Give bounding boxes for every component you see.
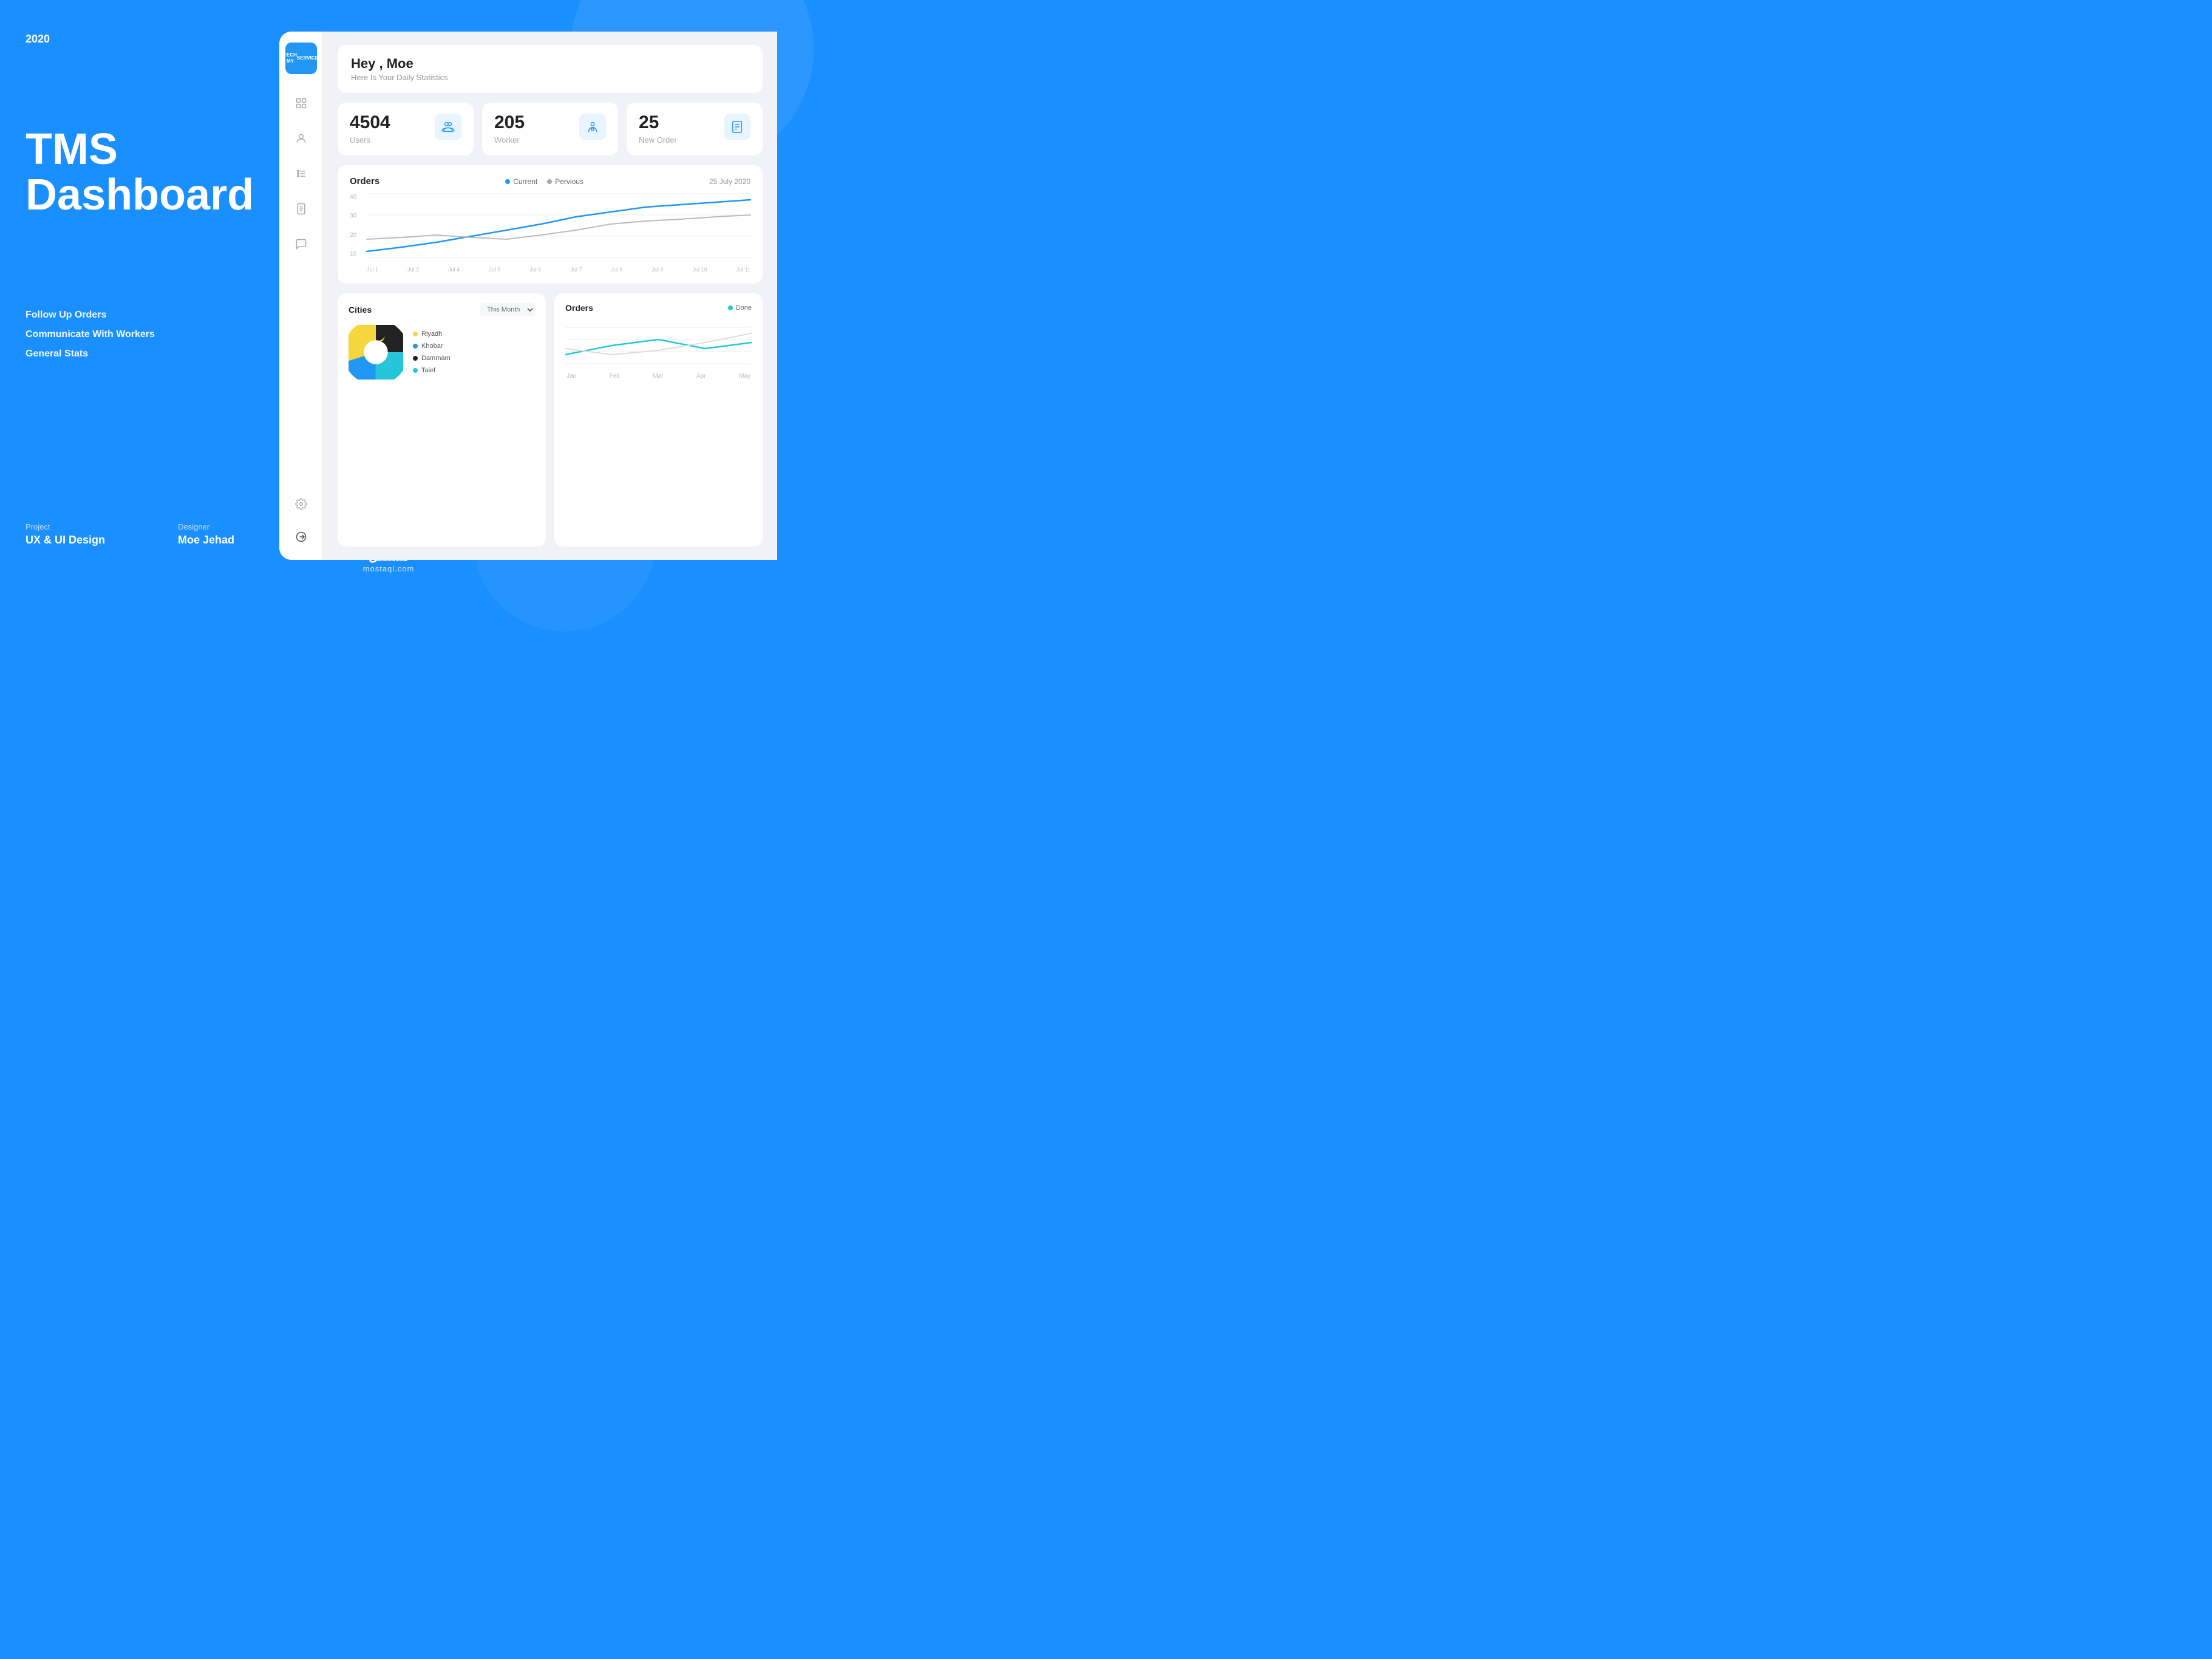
nav-icon-logout[interactable] (290, 526, 312, 548)
order-icon (724, 114, 750, 140)
nav-icon-settings[interactable] (290, 493, 312, 515)
header-card: Hey , Moe Here Is Your Daily Statistics (338, 45, 763, 93)
legend-pervious: Pervious (547, 177, 584, 186)
stat-card-worker: 205 Worker (482, 103, 618, 155)
sidebar-bottom (290, 493, 312, 548)
pie-legend: Riyadh Khobar Dammam Taief (413, 330, 451, 374)
footer-info: Project UX & UI Design Designer Moe Jeha… (26, 522, 234, 547)
users-icon (435, 114, 461, 140)
riyadh-label: Riyadh (421, 330, 442, 338)
legend-current: Current (505, 177, 537, 186)
stat-card-users: 4504 Users (338, 103, 474, 155)
stat-users-value: 4504 (350, 114, 390, 132)
dammam-label: Dammam (421, 355, 451, 362)
month-selector[interactable]: This Month Last Month (480, 303, 535, 316)
title-dashboard: Dashboard (26, 171, 254, 219)
designer-label: Designer (178, 522, 234, 531)
year-label: 2020 (26, 33, 50, 46)
feature-item-2: Communicate With Workers (26, 329, 155, 340)
project-value: UX & UI Design (26, 534, 105, 547)
chart-y-labels: 40 30 20 10 (350, 194, 356, 257)
pie-legend-khobar: Khobar (413, 342, 451, 350)
chart-x-labels: Jul 1 Jul 2 Jul 4 Jul 5 Jul 6 Jul 7 Jul … (367, 267, 750, 273)
khobar-dot (413, 344, 418, 349)
pie-chart (349, 325, 403, 380)
x-mar: Mar (653, 373, 663, 380)
stat-order-value: 25 (639, 114, 677, 132)
nav-icon-grid[interactable] (290, 92, 312, 114)
footer-project: Project UX & UI Design (26, 522, 105, 547)
title-tms: TMS (26, 128, 254, 171)
designer-value: Moe Jehad (178, 534, 234, 547)
cities-card: Cities This Month Last Month (338, 293, 546, 547)
sidebar: TECH MY SERVICE (279, 32, 323, 560)
cities-card-header: Cities This Month Last Month (349, 303, 535, 316)
dashboard-container: TECH MY SERVICE (279, 32, 777, 560)
cities-card-title: Cities (349, 305, 372, 315)
orders-chart-section: Orders Current Pervious 25 July 2020 40 (338, 165, 763, 284)
stat-worker-label: Worker (494, 135, 525, 145)
orders-chart-legend: Current Pervious (505, 177, 584, 186)
taief-label: Taief (421, 367, 435, 374)
stat-order-label: New Order (639, 135, 677, 145)
orders-bottom-title: Orders (565, 303, 593, 313)
chart-date: 25 July 2020 (709, 177, 750, 186)
project-label: Project (26, 522, 105, 531)
footer-designer: Designer Moe Jehad (178, 522, 234, 547)
stat-card-order: 25 New Order (627, 103, 763, 155)
pie-legend-taief: Taief (413, 367, 451, 374)
title-block: TMS Dashboard (26, 128, 254, 219)
feature-item-3: General Stats (26, 349, 155, 359)
orders-line-chart: 40 30 20 10 (350, 194, 750, 273)
sidebar-logo: TECH MY SERVICE (285, 43, 317, 74)
x-may: May (739, 373, 750, 380)
x-jan: Jan (567, 373, 576, 380)
dammam-dot (413, 356, 418, 361)
pie-legend-riyadh: Riyadh (413, 330, 451, 338)
pervious-label: Pervious (555, 177, 584, 186)
khobar-label: Khobar (421, 342, 443, 350)
x-feb: Feb (610, 373, 620, 380)
bottom-row: Cities This Month Last Month (338, 293, 763, 547)
done-dot (728, 305, 733, 310)
done-label: Done (736, 304, 752, 312)
nav-icon-list[interactable] (290, 163, 312, 185)
feature-item-1: Follow Up Orders (26, 310, 155, 321)
small-orders-chart: Jan Feb Mar Apr May (565, 321, 752, 382)
current-label: Current (513, 177, 537, 186)
watermark-url: mostaql.com (363, 564, 415, 573)
taief-dot (413, 368, 418, 373)
pie-legend-dammam: Dammam (413, 355, 451, 362)
orders-chart-title: Orders (350, 176, 379, 186)
stat-worker-value: 205 (494, 114, 525, 132)
sidebar-nav (290, 92, 312, 493)
current-dot (505, 179, 510, 184)
pervious-dot (547, 179, 552, 184)
header-greeting: Hey , Moe (351, 56, 749, 72)
orders-bottom-card: Orders Done (554, 293, 763, 547)
x-apr: Apr (696, 373, 706, 380)
features-list: Follow Up Orders Communicate With Worker… (26, 310, 155, 368)
main-content: Hey , Moe Here Is Your Daily Statistics … (323, 32, 777, 560)
stats-row: 4504 Users 205 Worker (338, 103, 763, 155)
logo-text-1: TECH MY (284, 52, 297, 65)
pie-section: Riyadh Khobar Dammam Taief (349, 325, 535, 380)
orders-chart-header: Orders Current Pervious 25 July 2020 (350, 176, 750, 186)
stat-users-label: Users (350, 135, 390, 145)
header-subtitle: Here Is Your Daily Statistics (351, 73, 749, 82)
done-legend: Done (728, 304, 752, 312)
chart-area (367, 194, 750, 257)
orders-bottom-header: Orders Done (565, 303, 752, 313)
worker-icon (579, 114, 606, 140)
riyadh-dot (413, 332, 418, 336)
nav-icon-document[interactable] (290, 198, 312, 220)
nav-icon-chat[interactable] (290, 233, 312, 255)
nav-icon-user[interactable] (290, 128, 312, 149)
logo-text-2: SERVICE (297, 55, 318, 61)
